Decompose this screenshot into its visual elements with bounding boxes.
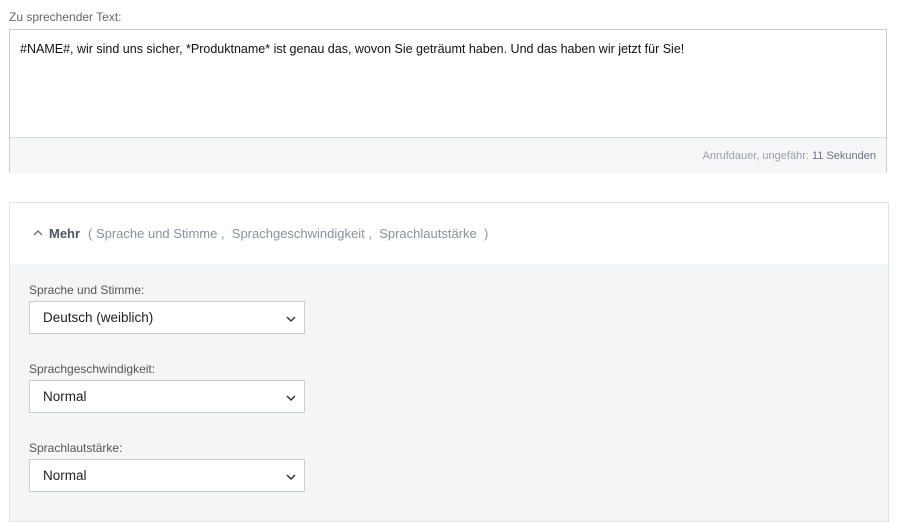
chevron-up-icon (33, 230, 43, 236)
duration-bar: Anrufdauer, ungefähr: 11 Sekunden (10, 138, 886, 173)
call-duration: Anrufdauer, ungefähr: 11 Sekunden (703, 150, 877, 162)
speech-volume-label: Sprachlautstärke: (29, 441, 123, 455)
more-summary: ( Sprache und Stimme , Sprachgeschwindig… (88, 226, 489, 241)
text-label: Zu sprechender Text: (9, 10, 122, 24)
speech-volume-value: Normal (43, 468, 87, 483)
duration-label: Anrufdauer, ungefähr: (702, 150, 812, 162)
language-voice-value: Deutsch (weiblich) (43, 310, 154, 325)
language-voice-label: Sprache und Stimme: (29, 283, 145, 297)
chevron-down-icon (286, 474, 296, 481)
duration-value: 11 Sekunden (811, 150, 876, 162)
more-toggle[interactable]: Mehr ( Sprache und Stimme , Sprachgeschw… (10, 203, 888, 264)
speech-rate-label: Sprachgeschwindigkeit: (29, 362, 156, 376)
chevron-down-icon (286, 316, 296, 323)
language-voice-select[interactable]: Deutsch (weiblich) (29, 301, 305, 334)
chevron-down-icon (286, 395, 296, 402)
more-panel: Mehr ( Sprache und Stimme , Sprachgeschw… (9, 202, 889, 522)
text-box: #NAME#, wir sind uns sicher, *Produktnam… (9, 29, 887, 173)
speech-rate-value: Normal (43, 389, 87, 404)
speech-rate-select[interactable]: Normal (29, 380, 305, 413)
speech-text-input[interactable]: #NAME#, wir sind uns sicher, *Produktnam… (10, 30, 886, 138)
more-title: Mehr (49, 226, 81, 241)
speech-volume-select[interactable]: Normal (29, 459, 305, 492)
